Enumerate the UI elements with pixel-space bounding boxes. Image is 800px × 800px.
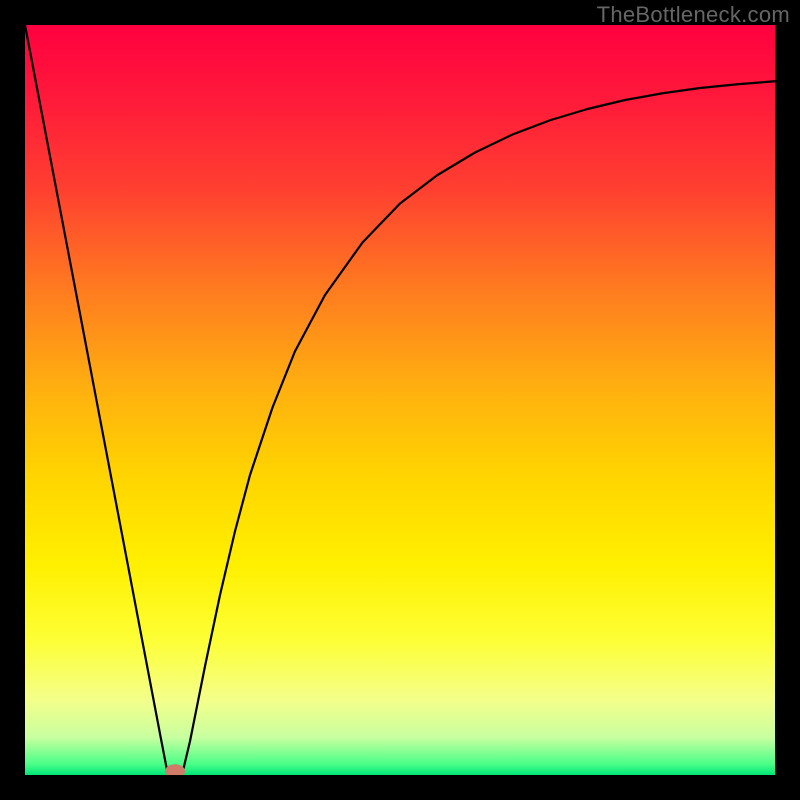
- chart-container: TheBottleneck.com: [0, 0, 800, 800]
- plot-area: [25, 25, 775, 775]
- watermark-text: TheBottleneck.com: [597, 2, 790, 28]
- chart-svg: [25, 25, 775, 775]
- bottleneck-gradient-bg: [25, 25, 775, 775]
